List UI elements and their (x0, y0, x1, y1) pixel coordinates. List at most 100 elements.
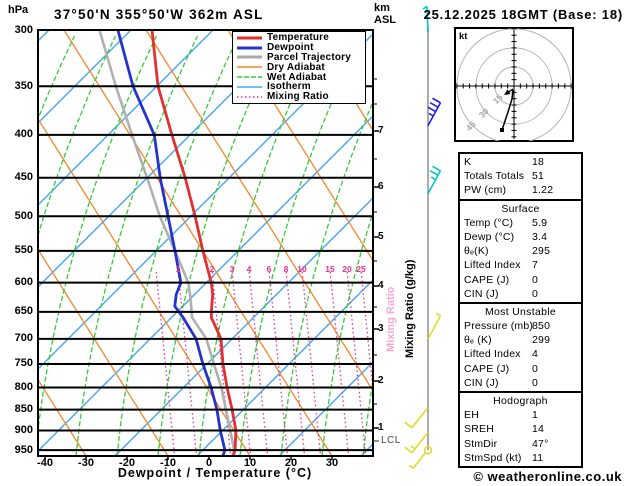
table-row: CAPE (J) 0 (460, 273, 581, 287)
page-title: 37°50'N 355°50'W 362m ASL (54, 7, 264, 22)
hodograph-trace-marker (500, 128, 504, 132)
table-row-label: CIN (J) (464, 376, 499, 389)
table-row-label: StmSpd (kt) (464, 451, 522, 464)
table-row-label: θₑ (K) (464, 334, 492, 347)
pressure-tick-label: 450 (14, 171, 33, 184)
table-row: θₑ (K) 299 (460, 333, 581, 347)
km-tick-label: 1 (378, 422, 384, 433)
table-row: Lifted Index 4 (460, 347, 581, 361)
table-row-value: 7 (532, 259, 539, 272)
table-row: Lifted Index 7 (460, 258, 581, 272)
table-row-value: 5.9 (532, 216, 548, 229)
table-row: Dewp (°C) 3.4 (460, 230, 581, 244)
table-row: Pressure (mb) 850 (460, 319, 581, 333)
lcl-marker-label: LCL (381, 435, 401, 446)
table-row-value: 4 (532, 348, 539, 361)
mixing-ratio-tick-label: 2 (209, 264, 215, 274)
table-row: CIN (J) 0 (460, 376, 581, 390)
table-row: CAPE (J) 0 (460, 362, 581, 376)
table-row: θₑ(K) 295 (460, 244, 581, 258)
pressure-tick-label: 900 (14, 423, 33, 436)
indices-table: K 18 Totals Totals 51 PW (cm) 1.22 Surface Temp… (458, 152, 583, 468)
wind-barb (427, 165, 442, 195)
table-row-value: 51 (532, 170, 545, 183)
table-row-value: 0 (532, 362, 539, 375)
pressure-tick-label: 650 (14, 305, 33, 318)
table-row-value: 1.22 (532, 184, 554, 197)
copyright: © weatheronline.co.uk (473, 469, 622, 484)
table-row-label: CAPE (J) (464, 362, 510, 375)
table-row-value: 0 (532, 287, 539, 300)
wind-barb (404, 406, 429, 429)
table-row: StmDir 47° (460, 437, 581, 451)
pressure-tick-label: 300 (14, 23, 33, 36)
table-row-label: StmDir (464, 437, 498, 450)
table-row-value: 18 (532, 156, 545, 168)
legend-swatch (237, 86, 262, 88)
pressure-tick-label: 400 (14, 128, 33, 141)
table-row-label: Totals Totals (464, 170, 525, 183)
pressure-tick-label: 350 (14, 79, 33, 92)
mixing-ratio-tick-label: 4 (246, 264, 252, 274)
table-row: K 18 (460, 155, 581, 169)
table-row: Temp (°C) 5.9 (460, 216, 581, 230)
table-row-label: EH (464, 409, 479, 422)
table-row-value: 11 (532, 451, 544, 464)
table-row: Totals Totals 51 (460, 169, 581, 183)
table-row: EH 1 (460, 408, 581, 422)
table-row: CIN (J) 0 (460, 287, 581, 301)
km-tick-label: 7 (378, 125, 384, 136)
pressure-tick-label: 550 (14, 244, 33, 257)
table-row-value: 0 (532, 273, 539, 286)
pressure-tick-label: 950 (14, 443, 33, 456)
table-section: K 18 Totals Totals 51 PW (cm) 1.22 (460, 154, 581, 199)
table-section: Hodograph EH 1 SREH 14 StmDir 47° StmSpd (kt) 11 (460, 391, 581, 466)
km-tick-label: 2 (378, 375, 384, 386)
legend-swatch (237, 46, 262, 50)
x-axis-title: Dewpoint / Temperature (°C) (117, 466, 313, 480)
run-datetime: 25.12.2025 18GMT (Base: 18) (423, 7, 623, 22)
table-row: SREH 14 (460, 422, 581, 436)
legend-item-label: Mixing Ratio (267, 91, 329, 103)
table-row: StmSpd (kt) 11 (460, 451, 581, 465)
table-row-value: 1 (532, 409, 539, 422)
table-row-label: Lifted Index (464, 348, 521, 361)
pressure-tick-label: 500 (14, 209, 33, 222)
altitude-unit-label: km ASL (374, 2, 396, 26)
table-row-value: 47° (532, 437, 549, 450)
table-row-label: SREH (464, 423, 494, 436)
table-row-value: 850 (532, 320, 551, 333)
legend-swatch (237, 36, 262, 40)
table-row-value: 295 (532, 245, 551, 258)
pressure-tick-label: 750 (14, 357, 33, 370)
mixing-ratio-tick-label: 1 (175, 264, 181, 274)
table-row-label: CAPE (J) (464, 273, 510, 286)
table-row-label: Temp (°C) (464, 216, 514, 229)
pressure-tick-label: 850 (14, 403, 33, 416)
legend-item: Mixing Ratio (236, 91, 365, 103)
table-section-header: Hodograph (493, 395, 548, 408)
table-row-label: K (464, 156, 472, 168)
legend-swatch (237, 95, 262, 98)
km-tick-label: 6 (378, 181, 384, 192)
km-tick-label: 5 (378, 231, 384, 242)
wet-adiabat-line (75, 35, 198, 456)
table-row: PW (cm) 1.22 (460, 183, 581, 197)
mixing-ratio-axis-label: Mixing Ratio (g/kg) (404, 259, 416, 358)
hodograph-unit-label: kt (459, 31, 468, 42)
skewt-screenshot: hPa 37°50'N 355°50'W 362m ASL km ASL 25.1… (0, 0, 629, 486)
table-row-label: PW (cm) (464, 184, 507, 197)
table-section: Surface Temp (°C) 5.9 Dewp (°C) 3.4 θₑ(K) 295 L… (460, 198, 581, 302)
table-row-label: θₑ(K) (464, 245, 489, 258)
mixing-ratio-tick-label: 10 (297, 264, 307, 274)
wind-barb (427, 312, 442, 340)
table-section: Most Unstable Pressure (mb) 850 θₑ (K) 299 Li… (460, 301, 581, 391)
table-row-label: Lifted Index (464, 259, 521, 272)
table-row-label: Dewp (°C) (464, 230, 515, 243)
mixing-ratio-tick-label: 25 (356, 264, 366, 274)
table-section-header: Surface (501, 202, 540, 215)
pressure-tick-label: 800 (14, 381, 33, 393)
legend-swatch (237, 76, 262, 78)
temp-tick-label: -40 (37, 457, 53, 469)
legend-swatch (237, 55, 262, 59)
